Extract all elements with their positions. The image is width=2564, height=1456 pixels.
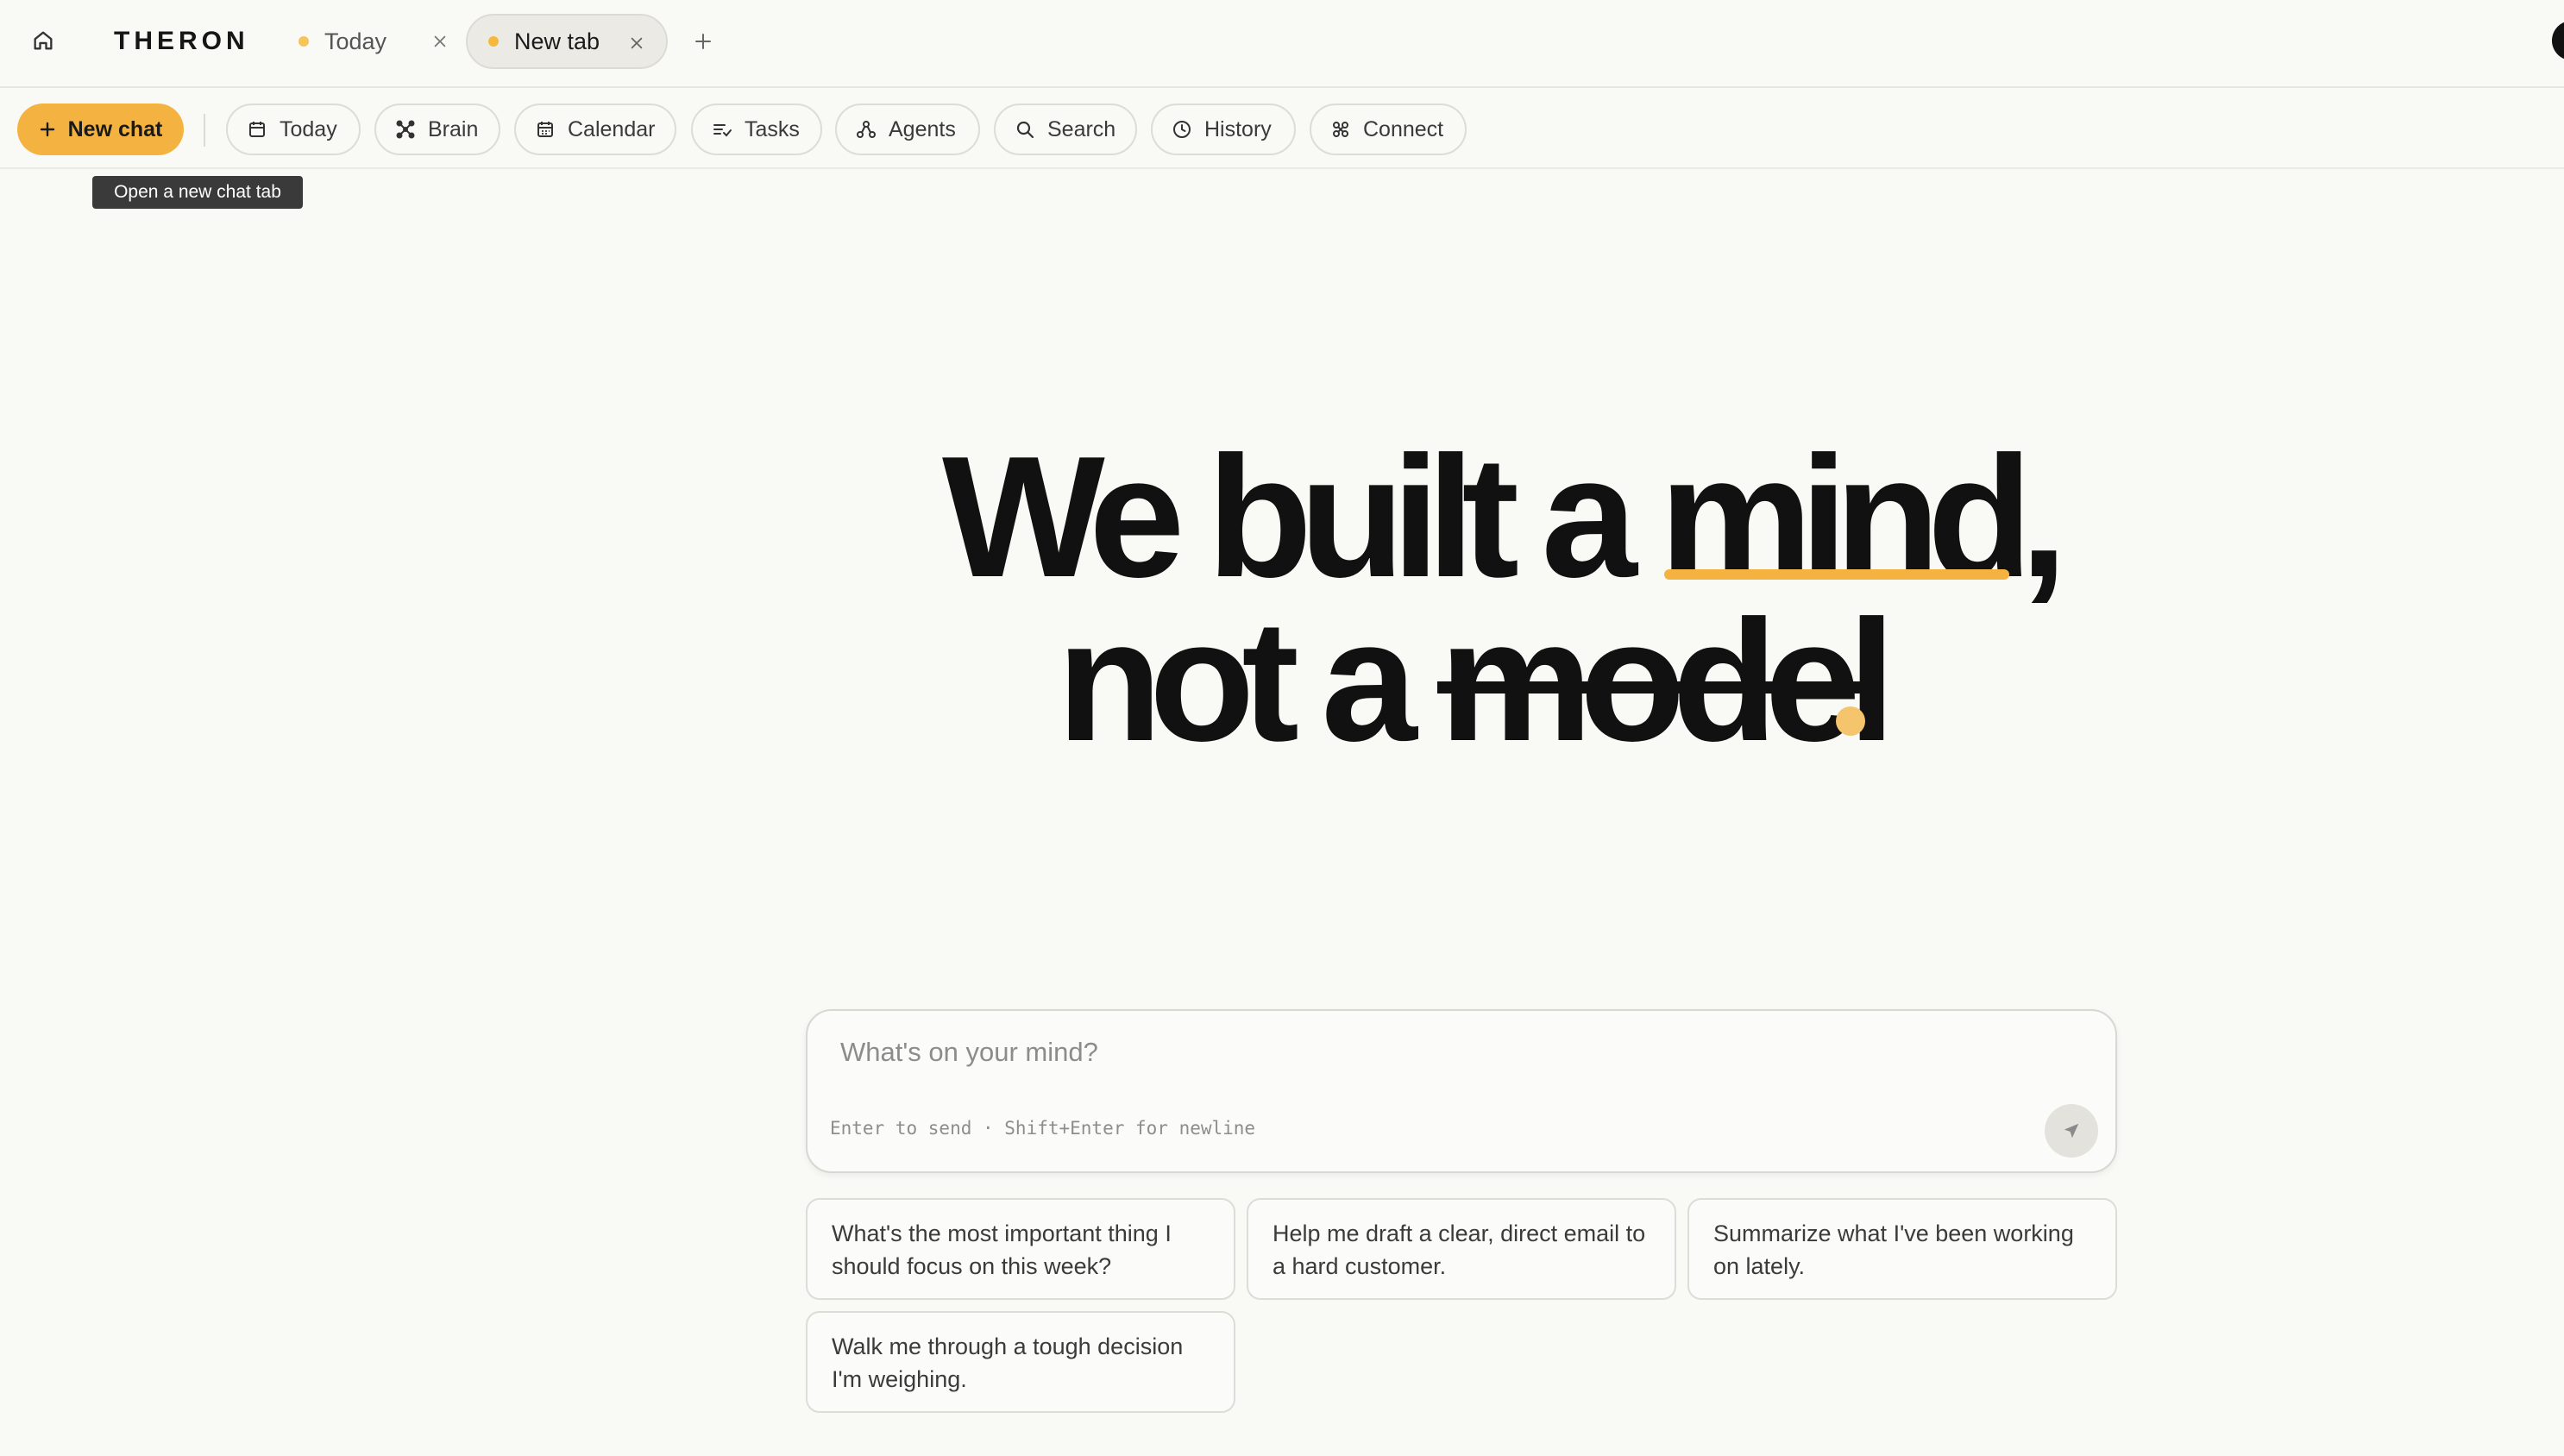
- chat-input[interactable]: [839, 1035, 2033, 1090]
- brand-logo: THERON: [114, 27, 249, 55]
- hero-line-1: We built a mind,: [942, 431, 2068, 604]
- nav-label: Calendar: [568, 116, 656, 141]
- hero-struck-word: model: [1437, 595, 1895, 768]
- new-chat-tooltip: Open a new chat tab: [92, 176, 303, 209]
- new-chat-label: New chat: [67, 116, 163, 141]
- close-icon[interactable]: [430, 31, 450, 52]
- tab-status-dot: [488, 36, 499, 47]
- suggestion-card[interactable]: What's the most important thing I should…: [806, 1198, 1235, 1300]
- nav-tasks[interactable]: Tasks: [691, 104, 822, 155]
- hero-comma: ,: [2020, 421, 2067, 613]
- nav-label: Tasks: [745, 116, 800, 141]
- suggestion-card[interactable]: Help me draft a clear, direct email to a…: [1247, 1198, 1676, 1300]
- close-icon[interactable]: [626, 33, 647, 53]
- highlight-underline: [1664, 569, 2010, 580]
- hero-text: not a: [1057, 585, 1440, 777]
- tab-today[interactable]: Today: [278, 14, 450, 69]
- connect-icon: [1330, 119, 1351, 140]
- plus-icon[interactable]: [690, 28, 716, 54]
- nav-label: History: [1204, 116, 1272, 141]
- brain-network-icon: [395, 119, 416, 140]
- chat-composer: Enter to send · Shift+Enter for newline: [806, 1009, 2117, 1173]
- send-button[interactable]: [2045, 1104, 2098, 1158]
- nav-label: Search: [1047, 116, 1116, 141]
- tab-bar: THERON Today New tab: [0, 0, 2564, 88]
- hero-line-2: not a model: [1057, 595, 1895, 768]
- clock-icon: [1172, 119, 1192, 140]
- nav-brain[interactable]: Brain: [374, 104, 500, 155]
- calendar-grid-icon: [535, 119, 556, 140]
- tab-label: New tab: [514, 28, 600, 54]
- search-icon: [1015, 119, 1035, 140]
- toolbar: New chat Today Brain Calendar Tasks Agen…: [0, 88, 2564, 169]
- nav-agents[interactable]: Agents: [835, 104, 980, 155]
- strikethrough-line: [1437, 681, 1883, 693]
- nav-calendar[interactable]: Calendar: [514, 104, 676, 155]
- avatar[interactable]: [2552, 21, 2564, 60]
- plus-icon: [39, 121, 56, 138]
- calendar-icon: [247, 119, 267, 140]
- nav-history[interactable]: History: [1151, 104, 1296, 155]
- send-icon: [2064, 1123, 2079, 1139]
- divider: [204, 114, 205, 147]
- accent-period-dot: [1836, 706, 1865, 736]
- nav-search[interactable]: Search: [994, 104, 1137, 155]
- nav-label: Connect: [1363, 116, 1444, 141]
- tab-new-tab[interactable]: New tab: [466, 14, 668, 69]
- nav-connect[interactable]: Connect: [1310, 104, 1467, 155]
- tab-label: Today: [324, 28, 387, 54]
- home-icon[interactable]: [26, 23, 60, 58]
- nav-today[interactable]: Today: [226, 104, 361, 155]
- nav-label: Brain: [428, 116, 479, 141]
- tab-status-dot: [299, 36, 309, 47]
- tasks-list-icon: [712, 119, 732, 140]
- suggestion-card[interactable]: Walk me through a tough decision I'm wei…: [806, 1311, 1235, 1413]
- nav-label: Agents: [889, 116, 956, 141]
- hero-highlight-word: mind: [1659, 431, 2033, 604]
- agents-icon: [856, 119, 877, 140]
- suggestion-card[interactable]: Summarize what I've been working on late…: [1687, 1198, 2117, 1300]
- nav-label: Today: [280, 116, 337, 141]
- new-chat-button[interactable]: New chat: [17, 104, 184, 155]
- keyboard-hint: Enter to send · Shift+Enter for newline: [830, 1118, 1256, 1139]
